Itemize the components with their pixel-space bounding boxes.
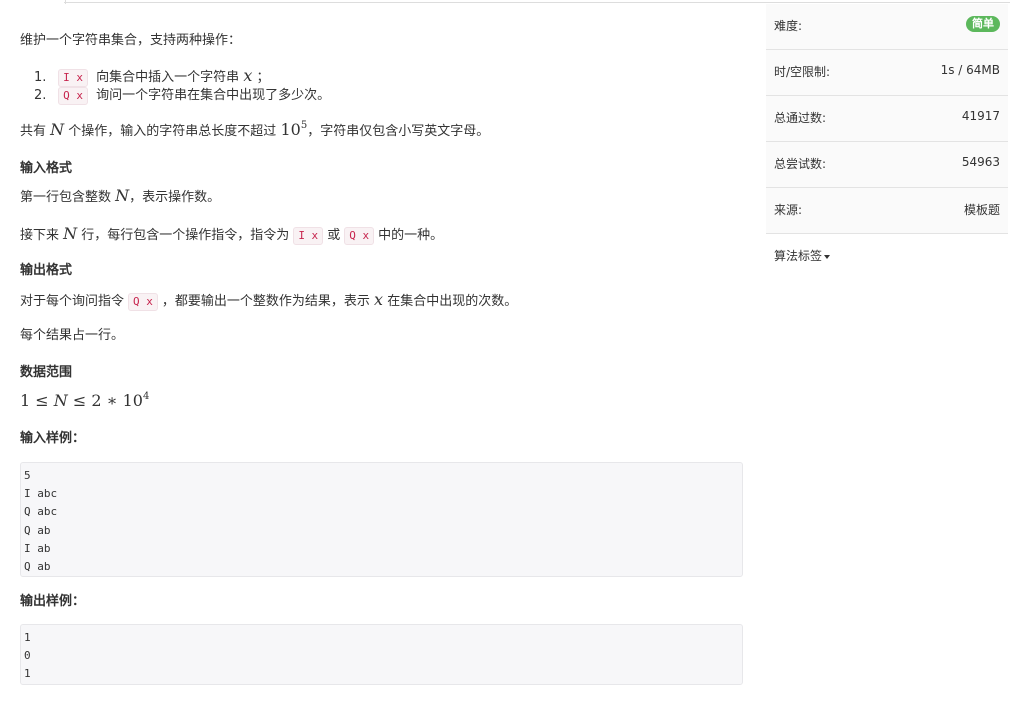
code-line: Q ab [24, 523, 51, 537]
attempts-row: 总尝试数: 54963 [766, 142, 1008, 188]
algorithm-tags-row[interactable]: 算法标签 [766, 234, 1008, 280]
output-format-line-2: 每个结果占一行。 [20, 328, 125, 343]
math-text: 1 ≤ [20, 391, 54, 410]
inline-code: I x [58, 69, 89, 87]
sample-input-heading: 输入样例： [20, 431, 86, 446]
passed-label: 总通过数: [774, 111, 827, 125]
output-format-heading: 输出格式 [20, 263, 73, 278]
source-row: 来源: 模板题 [766, 188, 1008, 234]
problem-page: 维护一个字符串集合，支持两种操作： 1. I x 向集合中插入一个字符串 x ；… [0, 0, 1015, 723]
code-line: I ab [24, 541, 51, 555]
operation-text: 向集合中插入一个字符串 [96, 70, 240, 85]
tab-bar-border [64, 0, 1010, 3]
input-format-heading: 输入格式 [20, 161, 73, 176]
attempts-label: 总尝试数: [774, 157, 827, 171]
problem-constraints-text: 共有 N 个操作，输入的字符串总长度不超过 105，字符串仅包含小写英文字母。 [20, 120, 489, 142]
algorithm-tags-label: 算法标签 [774, 249, 823, 263]
list-number: 2. [34, 88, 47, 103]
input-format-line-2: 接下来 N 行，每行包含一个操作指令，指令为 I x或Q x 中的一种。 [20, 224, 443, 246]
operation-item-1: 1. I x 向集合中插入一个字符串 x ； [34, 66, 270, 88]
text: 中的一种。 [378, 228, 444, 243]
code-line: 1 [24, 667, 31, 681]
code-line: Q abc [24, 505, 58, 519]
math-var: N [115, 186, 130, 205]
limit-row: 时/空限制: 1s / 64MB [766, 50, 1008, 96]
text: ，都要输出一个整数作为结果，表示 [161, 294, 370, 309]
attempts-value: 54963 [961, 155, 1000, 169]
operation-text: 询问一个字符串在集合中出现了多少次。 [96, 88, 331, 103]
list-number: 1. [34, 70, 47, 85]
text: ，表示操作数。 [129, 190, 221, 205]
inline-code: Q x [344, 227, 375, 245]
math-var: x [374, 290, 384, 309]
caret-down-icon [824, 254, 831, 259]
text: 共有 [20, 124, 47, 139]
active-tab-edge [0, 0, 66, 4]
inline-code: I x [293, 227, 324, 245]
text: 行，每行包含一个操作指令，指令为 [81, 228, 290, 243]
text: 接下来 [20, 228, 60, 243]
text: ，字符串仅包含小写英文字母。 [307, 124, 490, 139]
algorithm-tags-toggle[interactable]: 算法标签 [774, 247, 831, 264]
difficulty-badge: 简单 [966, 16, 1000, 32]
text: 在集合中出现的次数。 [387, 294, 518, 309]
passed-row: 总通过数: 41917 [766, 96, 1008, 142]
limit-label: 时/空限制: [774, 65, 831, 79]
code-line: 5 [24, 469, 31, 482]
passed-value: 41917 [961, 109, 1000, 123]
problem-intro: 维护一个字符串集合，支持两种操作： [20, 33, 242, 48]
sample-input-block[interactable]: 5 I abc Q abc Q ab I ab Q ab [20, 462, 743, 577]
inline-code: Q x [58, 87, 89, 105]
output-format-line-1: 对于每个询问指令 Q x ，都要输出一个整数作为结果，表示 x 在集合中出现的次数。 [20, 290, 517, 312]
text: 或 [327, 228, 341, 243]
math-var: N [50, 120, 65, 139]
problem-info-sidebar: 难度: 简单 时/空限制: 1s / 64MB 总通过数: 41917 总尝试数… [766, 4, 1008, 280]
math-var: N [53, 391, 68, 410]
code-line: I abc [24, 487, 58, 501]
math-var: N [63, 224, 78, 243]
data-range-heading: 数据范围 [20, 365, 73, 380]
code-line: Q ab [24, 559, 51, 573]
limit-value: 1s / 64MB [940, 63, 1000, 77]
input-format-line-1: 第一行包含整数 N，表示操作数。 [20, 186, 220, 208]
math-exponent: 4 [142, 391, 150, 402]
difficulty-label: 难度: [774, 19, 803, 33]
math-var: x [243, 66, 253, 85]
math-text: ≤ 2 ∗ 10 [67, 391, 143, 410]
source-label: 来源: [774, 203, 803, 217]
difficulty-row: 难度: 简单 [766, 4, 1008, 50]
inline-code: Q x [128, 293, 158, 311]
text: 第一行包含整数 [20, 190, 112, 205]
sample-output-heading: 输出样例： [20, 594, 86, 609]
code-line: 1 [24, 631, 31, 644]
operation-text-end: ； [256, 70, 270, 85]
text: 对于每个询问指令 [20, 294, 125, 309]
math-number: 10 [280, 120, 301, 139]
code-line: 0 [24, 649, 31, 663]
data-range-expression: 1 ≤ N ≤ 2 ∗ 104 [20, 391, 149, 413]
source-value: 模板题 [963, 203, 1000, 217]
operation-item-2: 2. Q x 询问一个字符串在集合中出现了多少次。 [34, 86, 330, 106]
sample-output-block[interactable]: 1 0 1 [20, 624, 743, 685]
text: 个操作，输入的字符串总长度不超过 [68, 124, 277, 139]
